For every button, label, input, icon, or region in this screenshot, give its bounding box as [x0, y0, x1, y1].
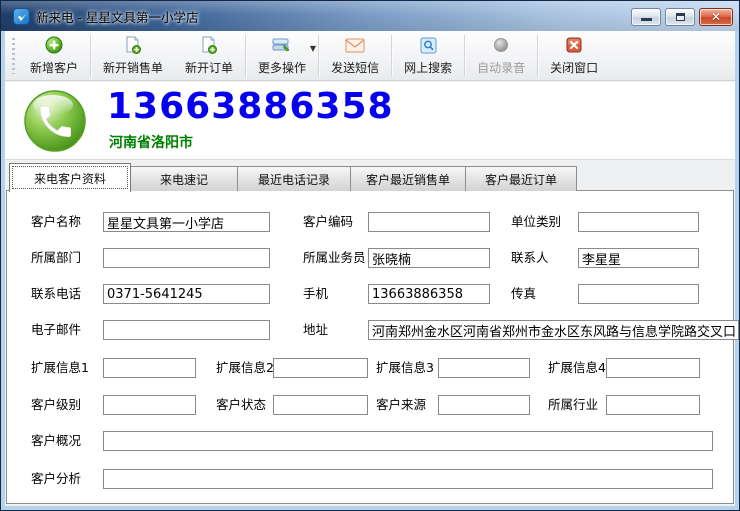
toolbar-separator — [391, 35, 392, 77]
toolbar-separator — [318, 35, 319, 77]
window-title: 新来电 - 星星文具第一小学店 — [36, 7, 198, 26]
toolbar-button-new-sales-order[interactable]: 新开销售单 — [92, 33, 174, 79]
field-label: 手机 — [303, 284, 328, 304]
customer-info-panel: 客户名称 客户编码 单位类别 所属部门 所属业务员 联系人 联系电话 手机 传真… — [6, 190, 734, 504]
email-field[interactable] — [103, 320, 270, 340]
caller-panel: 13663886358 河南省洛阳市 — [5, 82, 735, 160]
toolbar-button-add-customer[interactable]: 新增客户 — [19, 33, 89, 79]
fax-field[interactable] — [578, 284, 699, 304]
dropdown-arrow-icon: ▼ — [310, 44, 316, 53]
mobile-field[interactable] — [368, 284, 490, 304]
toolbar-button-close-window[interactable]: 关闭窗口 — [539, 33, 609, 79]
restore-icon — [676, 13, 685, 21]
toolbar-separator — [537, 35, 538, 77]
salesperson-field[interactable] — [368, 248, 490, 268]
minimize-icon — [641, 18, 652, 21]
tab-call-notes[interactable]: 来电速记 — [130, 166, 238, 191]
toolbar-button-label: 自动录音 — [477, 59, 525, 76]
field-label: 扩展信息1 — [31, 358, 89, 378]
toolbar-button-web-search[interactable]: 网上搜索 — [393, 33, 463, 79]
new-call-window: 新来电 - 星星文具第一小学店 ✕ — [0, 0, 740, 511]
tab-strip: 来电客户资料 来电速记 最近电话记录 客户最近销售单 客户最近订单 — [10, 162, 577, 191]
toolbar-grip[interactable] — [11, 38, 15, 74]
caller-number: 13663886358 — [107, 86, 394, 127]
client-area: 新增客户 新开销售单 — [5, 31, 735, 506]
tab-recent-orders[interactable]: 客户最近订单 — [465, 166, 577, 191]
toolbar-button-label: 更多操作 — [258, 59, 306, 76]
field-label: 扩展信息4 — [548, 358, 606, 378]
toolbar-button-label: 关闭窗口 — [550, 59, 598, 76]
field-label: 地址 — [303, 320, 328, 340]
close-window-icon — [566, 36, 582, 55]
toolbar-button-auto-record[interactable]: 自动录音 — [466, 33, 536, 79]
auto-record-icon — [493, 36, 509, 55]
field-label: 联系人 — [511, 248, 549, 268]
field-label: 联系电话 — [31, 284, 81, 304]
ext-info2-field[interactable] — [273, 358, 368, 378]
add-customer-icon — [45, 36, 63, 55]
field-label: 客户状态 — [216, 395, 266, 415]
customer-name-field[interactable] — [103, 212, 270, 232]
title-bar[interactable]: 新来电 - 星星文具第一小学店 ✕ — [1, 1, 739, 31]
field-label: 所属行业 — [548, 395, 598, 415]
unit-category-field[interactable] — [578, 212, 699, 232]
toolbar-button-send-sms[interactable]: 发送短信 — [320, 33, 390, 79]
toolbar-button-label: 发送短信 — [331, 59, 379, 76]
minimize-button[interactable] — [631, 8, 661, 26]
field-label: 传真 — [511, 284, 536, 304]
field-label: 所属部门 — [31, 248, 81, 268]
field-label: 扩展信息3 — [376, 358, 434, 378]
customer-status-field[interactable] — [273, 395, 368, 415]
field-label: 客户级别 — [31, 395, 81, 415]
send-sms-icon — [345, 36, 365, 55]
toolbar-button-new-order[interactable]: 新开订单 — [174, 33, 244, 79]
contact-phone-field[interactable] — [103, 284, 270, 304]
customer-analysis-field[interactable] — [103, 469, 713, 489]
ext-info1-field[interactable] — [103, 358, 196, 378]
industry-field[interactable] — [606, 395, 700, 415]
more-actions-icon — [272, 36, 292, 55]
field-label: 客户编码 — [303, 212, 353, 232]
new-order-doc-icon — [200, 36, 218, 55]
field-label: 单位类别 — [511, 212, 561, 232]
customer-level-field[interactable] — [103, 395, 196, 415]
toolbar: 新增客户 新开销售单 — [5, 31, 735, 81]
customer-overview-field[interactable] — [103, 431, 713, 451]
field-label: 客户来源 — [376, 395, 426, 415]
tab-caller-customer-info[interactable]: 来电客户资料 — [9, 163, 131, 192]
close-icon: ✕ — [711, 11, 721, 23]
restore-button[interactable] — [665, 8, 695, 26]
contact-person-field[interactable] — [578, 248, 699, 268]
field-label: 电子邮件 — [31, 320, 81, 340]
new-sales-doc-icon — [124, 36, 142, 55]
app-logo-icon — [13, 8, 30, 25]
toolbar-button-label: 新开订单 — [185, 59, 233, 76]
address-field[interactable] — [368, 320, 739, 340]
toolbar-button-label: 新开销售单 — [103, 59, 163, 76]
customer-code-field[interactable] — [368, 212, 490, 232]
close-button[interactable]: ✕ — [699, 8, 733, 26]
tab-recent-call-log[interactable]: 最近电话记录 — [237, 166, 351, 191]
toolbar-separator — [90, 35, 91, 77]
toolbar-button-label: 新增客户 — [30, 59, 78, 76]
toolbar-button-label: 网上搜索 — [404, 59, 452, 76]
toolbar-separator — [464, 35, 465, 77]
phone-icon — [23, 89, 87, 157]
field-label: 扩展信息2 — [216, 358, 274, 378]
field-label: 所属业务员 — [303, 248, 366, 268]
caller-location: 河南省洛阳市 — [109, 132, 193, 152]
toolbar-separator — [245, 35, 246, 77]
field-label: 客户分析 — [31, 469, 81, 489]
ext-info3-field[interactable] — [438, 358, 530, 378]
ext-info4-field[interactable] — [606, 358, 700, 378]
department-field[interactable] — [103, 248, 270, 268]
field-label: 客户名称 — [31, 212, 81, 232]
toolbar-button-more-actions[interactable]: 更多操作 ▼ — [247, 33, 317, 79]
field-label: 客户概况 — [31, 431, 81, 451]
tab-recent-sales-orders[interactable]: 客户最近销售单 — [350, 166, 466, 191]
customer-source-field[interactable] — [438, 395, 530, 415]
web-search-icon — [420, 36, 437, 55]
